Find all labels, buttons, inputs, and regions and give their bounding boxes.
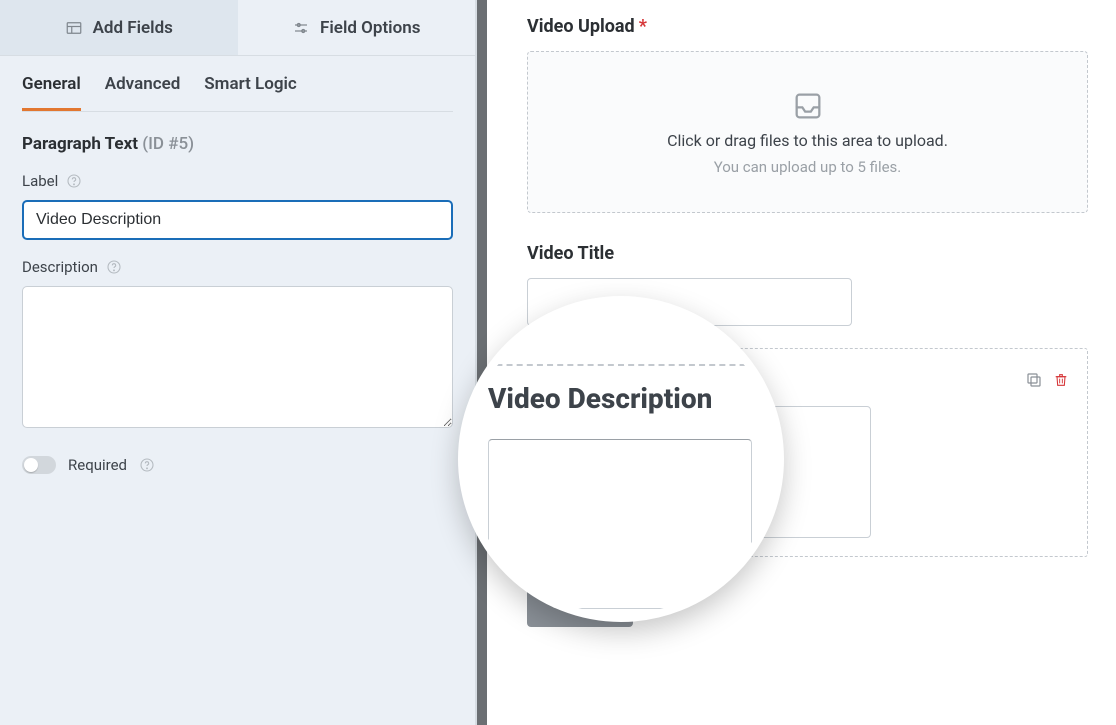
fields-icon: [65, 19, 83, 37]
label-input[interactable]: [22, 200, 453, 240]
upload-sub-text: You can upload up to 5 files.: [714, 158, 902, 176]
subtab-advanced[interactable]: Advanced: [105, 74, 181, 111]
app-root: Add Fields Field Options General Advance…: [0, 0, 1116, 725]
required-toggle[interactable]: [22, 456, 56, 474]
sliders-icon: [292, 19, 310, 37]
description-input[interactable]: [22, 286, 453, 428]
tab-field-options[interactable]: Field Options: [238, 0, 476, 55]
subtab-smart-logic[interactable]: Smart Logic: [204, 74, 297, 111]
upload-label-text: Video Upload: [527, 16, 635, 37]
lens-dash: [466, 364, 776, 366]
description-text: Description: [22, 258, 98, 276]
title-label: Video Title: [527, 243, 1088, 264]
help-icon[interactable]: [139, 457, 155, 473]
sub-tabs: General Advanced Smart Logic: [0, 56, 475, 111]
setting-label-row: Label: [22, 172, 453, 190]
side-tabs: Add Fields Field Options: [0, 0, 475, 56]
duplicate-icon[interactable]: [1025, 371, 1043, 389]
tab-add-fields-label: Add Fields: [93, 18, 173, 38]
field-id: (ID #5): [142, 134, 194, 154]
setting-description-row: Description: [22, 258, 453, 276]
inbox-icon: [789, 89, 827, 123]
required-asterisk: *: [639, 16, 647, 37]
label-text: Label: [22, 172, 58, 190]
upload-main-text: Click or drag files to this area to uplo…: [667, 131, 948, 150]
upload-label: Video Upload*: [527, 16, 1088, 37]
sidebar: Add Fields Field Options General Advance…: [0, 0, 477, 725]
lens-content: Video Description: [466, 304, 776, 609]
lens-heading: Video Description: [488, 382, 752, 415]
field-heading: Paragraph Text (ID #5): [0, 112, 475, 154]
setting-label: Label: [0, 154, 475, 240]
lens-textarea: [488, 439, 752, 609]
tab-field-options-label: Field Options: [320, 18, 420, 38]
setting-description: Description: [0, 240, 475, 432]
trash-icon[interactable]: [1053, 371, 1069, 389]
subtab-general[interactable]: General: [22, 74, 81, 111]
magnifier-lens: Video Description: [458, 296, 784, 622]
help-icon[interactable]: [106, 259, 122, 275]
tab-add-fields[interactable]: Add Fields: [0, 0, 238, 55]
field-upload: Video Upload* Click or drag files to thi…: [527, 16, 1088, 213]
required-label: Required: [68, 456, 127, 474]
required-row: Required: [0, 432, 475, 498]
field-actions: [1025, 371, 1069, 389]
help-icon[interactable]: [66, 173, 82, 189]
field-type: Paragraph Text: [22, 134, 138, 154]
upload-dropzone[interactable]: Click or drag files to this area to uplo…: [527, 51, 1088, 213]
